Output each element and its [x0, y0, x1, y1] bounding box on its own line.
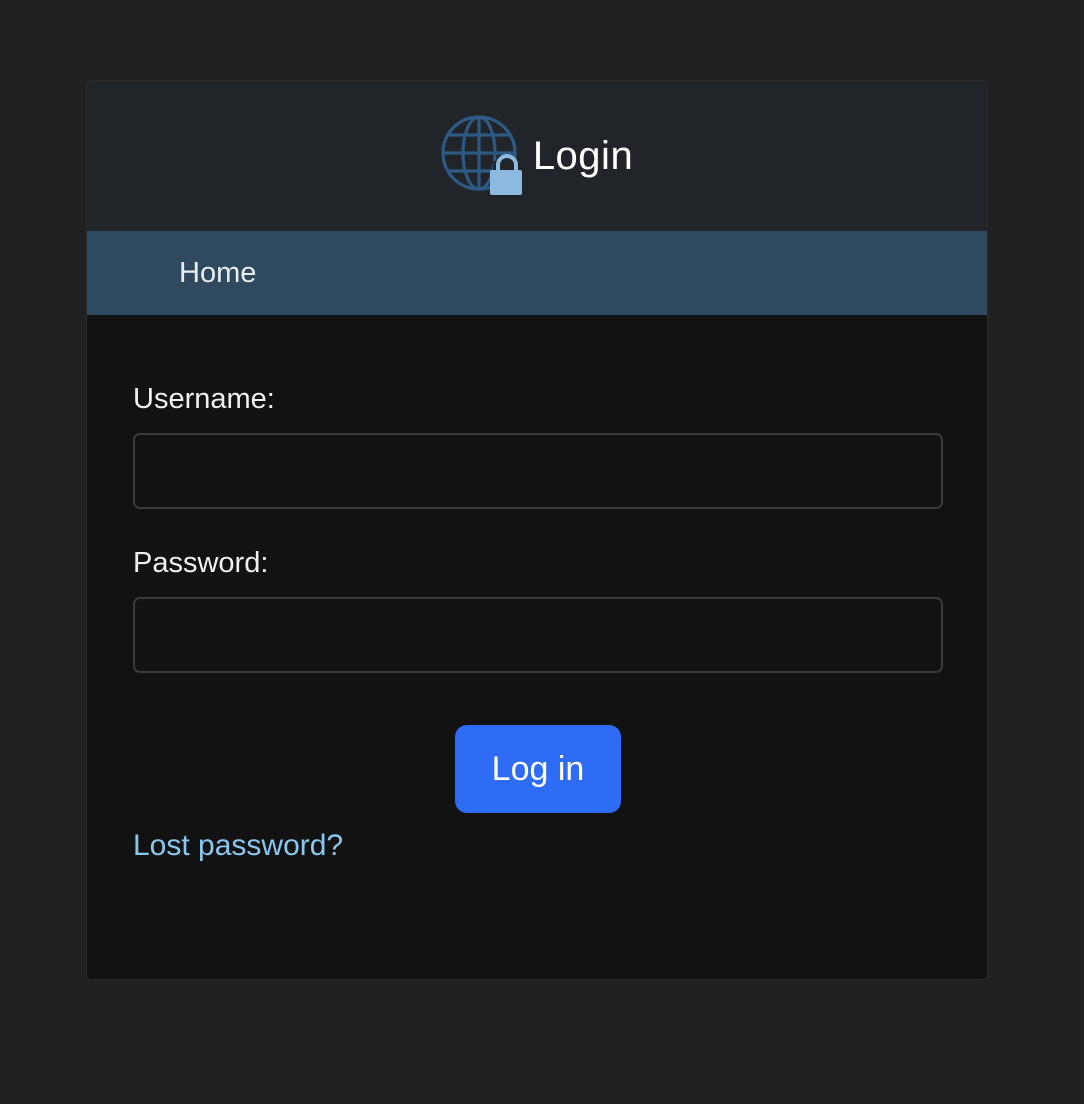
- header-logo: Login: [441, 115, 633, 197]
- username-input[interactable]: [133, 433, 943, 509]
- lost-password-link[interactable]: Lost password?: [133, 829, 343, 863]
- navbar: Home: [87, 231, 987, 315]
- login-form: Username: Password: Log in Lost password…: [87, 315, 987, 863]
- username-label: Username:: [133, 383, 275, 415]
- submit-row: Log in: [133, 725, 943, 813]
- globe-lock-icon: [441, 115, 523, 197]
- password-label: Password:: [133, 547, 269, 579]
- page-title: Login: [532, 133, 634, 178]
- password-input[interactable]: [133, 597, 943, 673]
- nav-home-link[interactable]: Home: [179, 257, 256, 290]
- password-group: Password:: [133, 547, 943, 673]
- username-group: Username:: [133, 383, 943, 509]
- card-header: Login: [87, 81, 987, 231]
- login-button[interactable]: Log in: [455, 725, 621, 813]
- login-card: Login Home Username: Password: Log in Lo…: [86, 80, 988, 980]
